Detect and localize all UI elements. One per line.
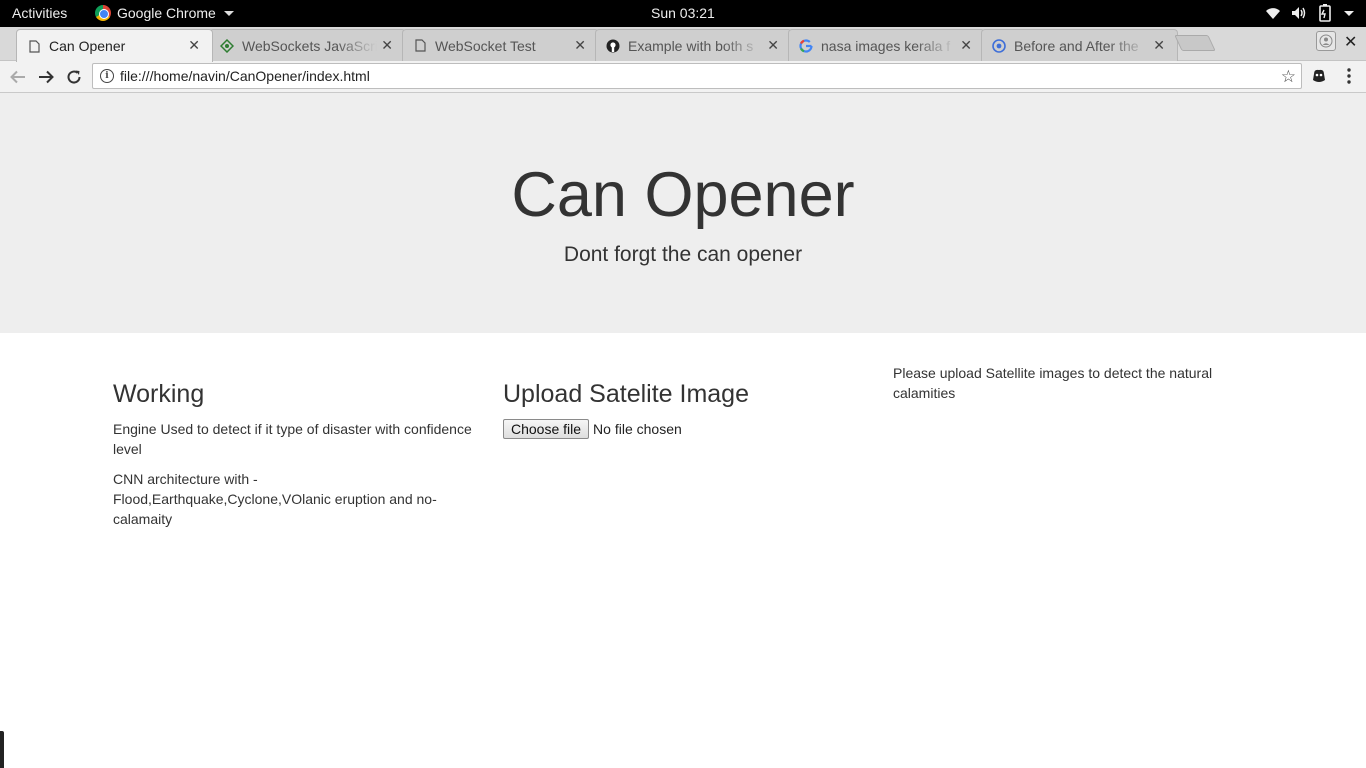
activities-button[interactable]: Activities	[12, 5, 67, 21]
tab-title: WebSockets JavaScript	[242, 37, 377, 54]
google-icon	[799, 38, 813, 53]
choose-file-button[interactable]: Choose file	[503, 419, 590, 439]
url-text[interactable]: file:///home/navin/CanOpener/index.html	[120, 68, 370, 84]
info-icon[interactable]: i	[100, 69, 114, 83]
screen-edge-mark	[0, 731, 4, 768]
system-tray[interactable]	[1265, 4, 1354, 22]
tab-title: Example with both s	[628, 37, 754, 54]
tab-websockets-javascript[interactable]: WebSockets JavaScript ✕	[209, 29, 406, 61]
page-content: Can Opener Dont forgt the can opener Wor…	[0, 93, 1366, 768]
volume-icon	[1292, 7, 1306, 19]
forward-icon[interactable]	[35, 66, 57, 88]
tab-title: WebSocket Test	[435, 37, 536, 54]
tab-title: Can Opener	[49, 38, 126, 54]
system-top-bar: Activities Google Chrome Sun 03:21	[0, 0, 1366, 27]
tab-websocket-test[interactable]: WebSocket Test ✕	[402, 29, 599, 61]
tab-nasa-images[interactable]: nasa images kerala f ✕	[788, 29, 985, 61]
tab-before-and-after[interactable]: Before and After the ✕	[981, 29, 1178, 61]
chrome-icon	[95, 5, 111, 21]
close-icon[interactable]: ✕	[381, 37, 393, 54]
tab-strip: Can Opener ✕ WebSockets JavaScript ✕ Web…	[0, 27, 1366, 62]
github-icon	[606, 39, 620, 53]
upload-heading: Upload Satelite Image	[503, 380, 749, 408]
wifi-icon	[1266, 8, 1280, 19]
tab-title: nasa images kerala f	[821, 37, 951, 54]
tab-can-opener[interactable]: Can Opener ✕	[16, 29, 213, 62]
page-icon	[413, 39, 427, 53]
kebab-menu-icon[interactable]	[1339, 66, 1359, 86]
reload-icon[interactable]	[63, 66, 85, 88]
battery-icon	[1319, 4, 1331, 22]
note-column: Please upload Satellite images to detect…	[893, 363, 1233, 413]
address-bar[interactable]: i file:///home/navin/CanOpener/index.htm…	[92, 63, 1302, 89]
file-input[interactable]: Choose file No file chosen	[503, 419, 863, 439]
close-icon[interactable]: ✕	[1153, 37, 1165, 54]
extension-icon[interactable]	[1309, 66, 1329, 86]
close-icon[interactable]: ✕	[767, 37, 779, 54]
page-title: Can Opener	[511, 160, 855, 230]
close-icon[interactable]: ✕	[960, 37, 972, 54]
jumbotron: Can Opener Dont forgt the can opener	[0, 93, 1366, 333]
page-icon	[27, 39, 41, 53]
bookmark-star-icon[interactable]: ☆	[1281, 67, 1296, 87]
close-icon[interactable]: ✕	[188, 37, 200, 54]
profile-icon[interactable]	[1316, 31, 1336, 51]
websocket-icon	[220, 38, 234, 53]
architecture-description: CNN architecture with - Flood,Earthquake…	[113, 471, 437, 527]
file-status: No file chosen	[593, 421, 682, 437]
window-close-icon[interactable]: ✕	[1344, 32, 1357, 52]
back-icon[interactable]	[7, 66, 29, 88]
tab-title: Before and After the	[1014, 37, 1139, 54]
browser-toolbar: i file:///home/navin/CanOpener/index.htm…	[0, 61, 1366, 93]
new-tab-button[interactable]	[1174, 35, 1216, 51]
upload-note: Please upload Satellite images to detect…	[893, 365, 1213, 401]
web-icon	[992, 38, 1006, 53]
working-heading: Working	[113, 380, 205, 408]
app-name: Google Chrome	[117, 5, 216, 21]
power-menu-icon	[1344, 10, 1354, 16]
upload-column: Upload Satelite Image Choose file No fil…	[503, 379, 863, 439]
chevron-down-icon	[223, 10, 234, 16]
working-description: Engine Used to detect if it type of disa…	[113, 421, 472, 457]
clock[interactable]: Sun 03:21	[651, 5, 715, 21]
page-subtitle: Dont forgt the can opener	[563, 243, 803, 266]
app-menu[interactable]: Google Chrome	[95, 5, 234, 21]
tab-github-example[interactable]: Example with both s ✕	[595, 29, 792, 61]
close-icon[interactable]: ✕	[574, 37, 586, 54]
working-column: Working Engine Used to detect if it type…	[113, 379, 473, 539]
